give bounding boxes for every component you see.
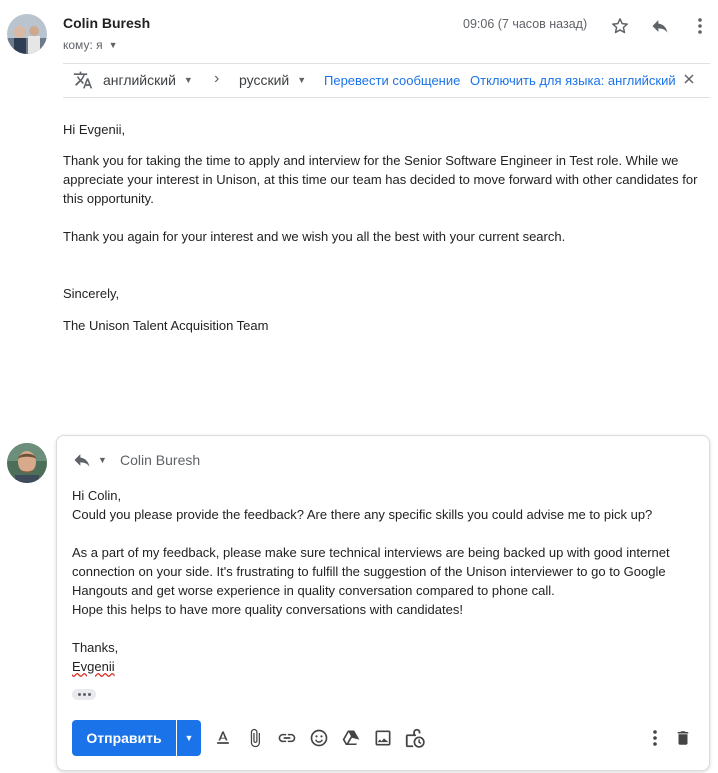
reply-closing-line: Hope this helps to have more quality con… [72, 602, 463, 617]
message-time: 09:06 (7 часов назад) [463, 17, 588, 31]
star-icon[interactable] [608, 14, 632, 38]
chevron-down-icon: ▼ [297, 75, 307, 85]
translate-message-link[interactable]: Перевести сообщение [324, 73, 460, 88]
closing: Sincerely, [63, 286, 120, 301]
reply-icon [72, 450, 92, 470]
reply-paragraph: As a part of my feedback, please make su… [72, 545, 670, 598]
send-button[interactable]: Отправить [72, 720, 176, 756]
show-trimmed-content-button[interactable] [72, 689, 96, 700]
paragraph: Thank you for taking the time to apply a… [63, 153, 698, 206]
send-options-button[interactable]: ▼ [177, 720, 201, 756]
more-options-icon[interactable] [643, 726, 667, 750]
reply-name: Evgenii [72, 657, 700, 676]
disable-translation-link[interactable]: Отключить для языка: английский [470, 73, 676, 88]
paragraph: Thank you again for your interest and we… [63, 229, 566, 244]
more-vert-icon[interactable] [688, 14, 712, 38]
translate-bar-bottom-divider [63, 97, 710, 98]
chevron-down-icon: ▼ [98, 455, 107, 465]
format-text-icon[interactable] [211, 726, 235, 750]
message-body: Hi Evgenii, Thank you for taking the tim… [63, 120, 708, 335]
link-icon[interactable] [275, 726, 299, 750]
trash-icon[interactable] [671, 726, 695, 750]
target-language-select[interactable]: русский ▼ [239, 72, 306, 88]
confidential-icon[interactable] [403, 726, 427, 750]
reply-greeting: Hi Colin, [72, 488, 122, 503]
source-language-select[interactable]: английский ▼ [103, 72, 193, 88]
chevron-down-icon: ▼ [184, 733, 194, 743]
sender-avatar[interactable] [7, 14, 47, 54]
reply-body-editor[interactable]: Hi Colin, Could you please provide the f… [72, 486, 700, 676]
send-button-label: Отправить [86, 730, 162, 746]
target-language-label: русский [239, 72, 290, 88]
signature: The Unison Talent Acquisition Team [63, 318, 269, 333]
chevron-down-icon: ▼ [108, 40, 118, 50]
recipient-line[interactable]: кому: я ▼ [63, 38, 118, 52]
recipient-label: кому: я [63, 38, 103, 52]
reply-thanks: Thanks, [72, 640, 119, 655]
translate-icon [72, 69, 94, 91]
close-icon[interactable] [682, 72, 696, 86]
chevron-down-icon: ▼ [183, 75, 193, 85]
translate-bar-top-divider [63, 63, 710, 64]
reply-name-text: Evgenii [72, 659, 115, 674]
user-avatar[interactable] [7, 443, 47, 483]
reply-type-button[interactable]: ▼ [72, 450, 107, 470]
reply-icon[interactable] [648, 14, 672, 38]
source-language-label: английский [103, 72, 176, 88]
sender-name[interactable]: Colin Buresh [63, 15, 150, 31]
drive-icon[interactable] [339, 726, 363, 750]
attach-icon[interactable] [243, 726, 267, 750]
reply-question: Could you please provide the feedback? A… [72, 507, 653, 522]
reply-recipient[interactable]: Colin Buresh [120, 452, 200, 468]
chevron-right-icon: › [214, 70, 220, 87]
photo-icon[interactable] [371, 726, 395, 750]
greeting: Hi Evgenii, [63, 122, 126, 137]
emoji-icon[interactable] [307, 726, 331, 750]
